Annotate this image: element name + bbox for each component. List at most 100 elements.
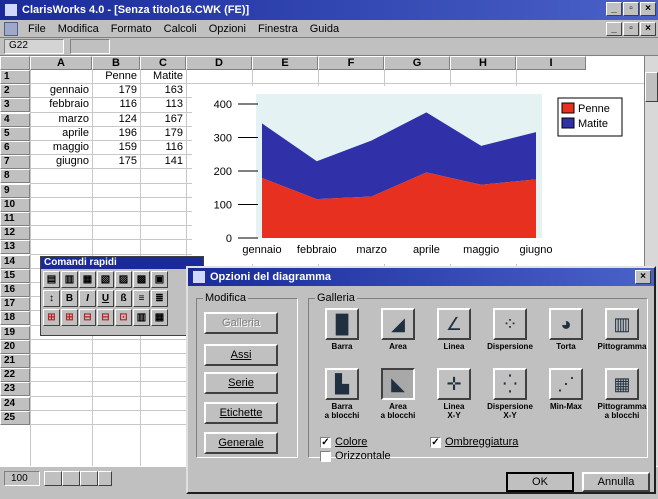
cell-reference[interactable]: G22 (4, 39, 64, 54)
sort-icon[interactable]: ↕ (43, 290, 60, 307)
row-header-5[interactable]: 5 (0, 126, 30, 141)
insert-col-icon[interactable]: ⊞ (61, 309, 78, 326)
menu-calcoli[interactable]: Calcoli (158, 23, 203, 35)
insert-row-icon[interactable]: ⊞ (43, 309, 60, 326)
delete-row-icon[interactable]: ⊟ (79, 309, 96, 326)
gallery-item-min-max[interactable]: ⋰ Min-Max (536, 368, 596, 411)
close-button[interactable]: × (640, 2, 656, 16)
row-header-11[interactable]: 11 (0, 212, 30, 226)
row-header-6[interactable]: 6 (0, 141, 30, 155)
serie-button[interactable]: Serie (204, 372, 278, 394)
gallery-item-area[interactable]: ◢ Area (368, 308, 428, 351)
row-header-8[interactable]: 8 (0, 169, 30, 184)
cut-icon[interactable]: ▨ (115, 271, 132, 288)
row-header-18[interactable]: 18 (0, 311, 30, 326)
column-header-b[interactable]: B (92, 56, 140, 70)
table-icon[interactable]: ▦ (151, 309, 168, 326)
cell[interactable]: aprile (30, 127, 92, 141)
shortcuts-palette[interactable]: Comandi rapidi ▤ ▥ ▦ ▧ ▨ ▩ ▣ ↕ B I U ß ≡… (40, 256, 204, 336)
cell[interactable]: 116 (140, 141, 186, 155)
cell[interactable]: 163 (140, 84, 186, 98)
italic-icon[interactable]: I (79, 290, 96, 307)
cell[interactable]: 179 (140, 127, 186, 141)
ombreggiatura-checkbox[interactable]: ✓ Ombreggiatura (430, 436, 518, 448)
column-header-h[interactable]: H (450, 56, 516, 70)
print-icon[interactable]: ▧ (97, 271, 114, 288)
menu-file[interactable]: File (22, 23, 52, 35)
column-header-i[interactable]: I (516, 56, 586, 70)
menu-modifica[interactable]: Modifica (52, 23, 105, 35)
corner-header[interactable] (0, 56, 30, 70)
assi-button[interactable]: Assi (204, 344, 278, 366)
cell[interactable]: 179 (92, 84, 140, 98)
ok-button[interactable]: OK (506, 472, 574, 492)
column-header-g[interactable]: G (384, 56, 450, 70)
column-header-f[interactable]: F (318, 56, 384, 70)
cell[interactable]: 116 (92, 98, 140, 112)
galleria-button[interactable]: Galleria (204, 312, 278, 334)
generale-button[interactable]: Generale (204, 432, 278, 454)
row-header-22[interactable]: 22 (0, 368, 30, 383)
fill-icon[interactable]: ⊡ (115, 309, 132, 326)
minimize-button[interactable]: _ (606, 2, 622, 16)
row-header-7[interactable]: 7 (0, 155, 30, 170)
align-right-icon[interactable]: ≣ (151, 290, 168, 307)
gallery-item-pittogramma-a-blocchi[interactable]: ▦ Pittogramma a blocchi (592, 368, 652, 420)
row-header-19[interactable]: 19 (0, 325, 30, 340)
gallery-item-dispersione[interactable]: ⁘ Dispersione (480, 308, 540, 351)
menu-guida[interactable]: Guida (304, 23, 345, 35)
row-header-24[interactable]: 24 (0, 396, 30, 411)
formula-entry[interactable] (70, 39, 110, 54)
new-doc-icon[interactable]: ▤ (43, 271, 60, 288)
row-header-2[interactable]: 2 (0, 84, 30, 99)
dialog-close-button[interactable]: × (635, 270, 651, 284)
column-header-d[interactable]: D (186, 56, 252, 70)
cell[interactable]: giugno (30, 155, 92, 169)
cancel-button[interactable]: Annulla (582, 472, 650, 492)
cell[interactable]: 141 (140, 155, 186, 169)
etichette-button[interactable]: Etichette (204, 402, 278, 424)
column-header-c[interactable]: C (140, 56, 186, 70)
row-header-21[interactable]: 21 (0, 354, 30, 368)
scroll-thumb[interactable] (645, 72, 658, 102)
row-header-12[interactable]: 12 (0, 226, 30, 241)
cell[interactable]: 167 (140, 113, 186, 127)
row-header-16[interactable]: 16 (0, 283, 30, 297)
bold-icon[interactable]: B (61, 290, 78, 307)
cell[interactable]: febbraio (30, 98, 92, 112)
column-header-e[interactable]: E (252, 56, 318, 70)
chart-options-dialog[interactable]: Opzioni del diagramma × Modifica Galleri… (186, 266, 656, 494)
menu-finestra[interactable]: Finestra (252, 23, 304, 35)
zoom-level[interactable]: 100 (4, 471, 40, 486)
gallery-item-torta[interactable]: ◕ Torta (536, 308, 596, 351)
save-icon[interactable]: ▦ (79, 271, 96, 288)
row-header-4[interactable]: 4 (0, 112, 30, 127)
copy-icon[interactable]: ▩ (133, 271, 150, 288)
orizzontale-checkbox[interactable]: Orizzontale (320, 450, 391, 462)
area-chart[interactable]: 0 100 200 300 400 gennaio febbraio marzo aprile m… (192, 86, 644, 264)
row-header-13[interactable]: 13 (0, 240, 30, 255)
row-header-9[interactable]: 9 (0, 183, 30, 198)
row-header-17[interactable]: 17 (0, 297, 30, 312)
gallery-item-linea-x-y[interactable]: ✛ Linea X-Y (424, 368, 484, 420)
cell[interactable]: 124 (92, 113, 140, 127)
menu-opzioni[interactable]: Opzioni (203, 23, 252, 35)
doc-close-button[interactable]: × (640, 22, 656, 36)
zoom-in-icon[interactable] (62, 471, 80, 486)
doc-restore-button[interactable]: ▫ (623, 22, 639, 36)
gallery-item-barra[interactable]: ▐▌ Barra (312, 308, 372, 351)
scroll-left-button[interactable] (98, 471, 112, 486)
cell[interactable]: marzo (30, 113, 92, 127)
gallery-item-barra-a-blocchi[interactable]: ▙ Barra a blocchi (312, 368, 372, 420)
gallery-item-area-a-blocchi[interactable]: ◣ Area a blocchi (368, 368, 428, 420)
gallery-item-pittogramma[interactable]: ▥ Pittogramma (592, 308, 652, 351)
zoom-out-icon[interactable] (44, 471, 62, 486)
cell[interactable]: 196 (92, 127, 140, 141)
cell[interactable]: 175 (92, 155, 140, 169)
menu-formato[interactable]: Formato (105, 23, 158, 35)
row-header-25[interactable]: 25 (0, 410, 30, 425)
row-header-20[interactable]: 20 (0, 339, 30, 354)
column-header-a[interactable]: A (30, 56, 92, 70)
open-icon[interactable]: ▥ (61, 271, 78, 288)
row-header-3[interactable]: 3 (0, 98, 30, 113)
